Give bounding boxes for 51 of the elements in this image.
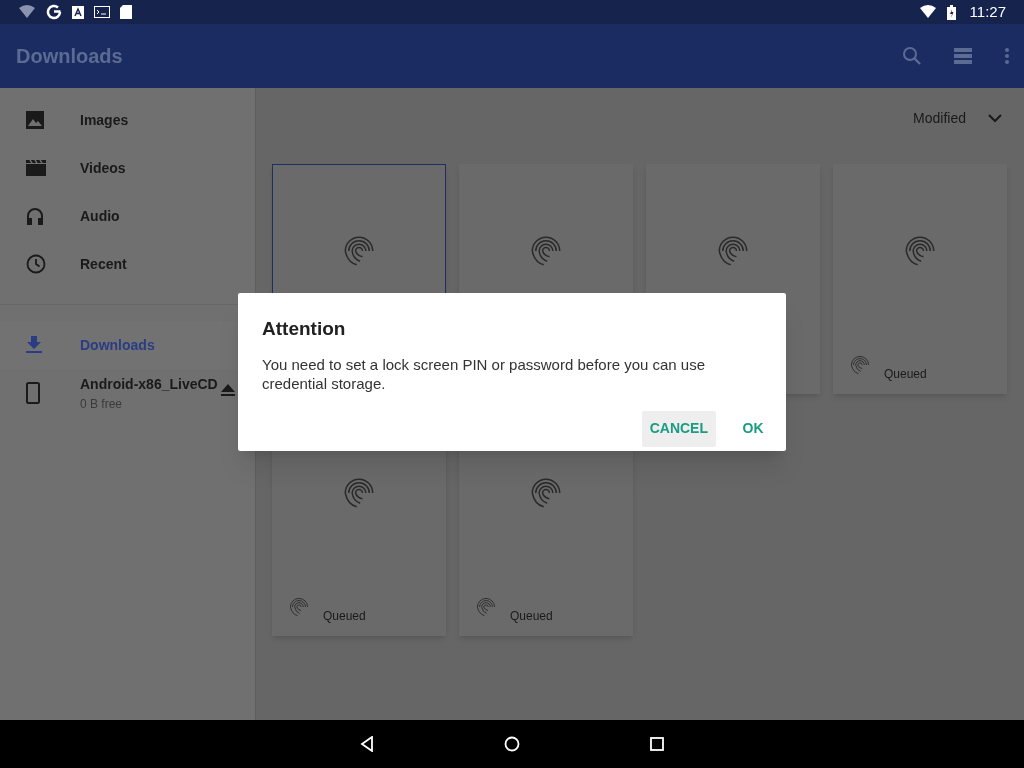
item-label: Videos	[80, 158, 126, 178]
clock-icon	[26, 254, 46, 274]
file-card[interactable]: Queued	[833, 164, 1007, 394]
sidebar-item[interactable]: Videos	[0, 144, 255, 192]
dialog-button[interactable]: CANCEL	[641, 410, 716, 447]
fingerprint-icon	[904, 235, 936, 267]
fingerprint-icon	[343, 477, 375, 509]
film-icon	[26, 160, 46, 176]
recents-icon[interactable]	[650, 737, 664, 751]
dialog-title: Attention	[262, 317, 347, 341]
fingerprint-icon	[530, 477, 562, 509]
chevron-down-icon	[988, 113, 1002, 123]
sidebar-item[interactable]: Recent	[0, 240, 255, 288]
fingerprint-icon	[850, 355, 870, 375]
fingerprint-icon	[476, 597, 496, 617]
headphones-icon	[26, 207, 44, 225]
dialog-message: You need to set a lock screen PIN or password before you can use credential storage.	[262, 354, 707, 393]
battery-icon	[946, 4, 956, 20]
file-status: Queued	[884, 366, 927, 383]
file-status: Queued	[323, 608, 366, 625]
wifi-icon	[918, 5, 937, 19]
google-icon	[46, 4, 62, 20]
phone-icon	[26, 382, 40, 404]
wifi-icon	[18, 5, 36, 19]
list-view-icon[interactable]	[954, 48, 972, 64]
home-icon[interactable]	[504, 736, 520, 752]
sd-card-icon	[120, 5, 132, 19]
app-title: Downloads	[16, 44, 124, 69]
clock: 11:27	[969, 1, 1006, 22]
dialog-button[interactable]: OK	[728, 410, 778, 447]
file-status: Queued	[510, 608, 553, 625]
terminal-icon	[94, 6, 110, 18]
search-icon[interactable]	[902, 46, 922, 66]
download-icon	[26, 336, 42, 354]
item-label: Audio	[80, 206, 120, 226]
item-label: Downloads	[80, 335, 155, 355]
more-icon[interactable]	[1004, 47, 1010, 65]
eject-icon[interactable]	[221, 384, 235, 396]
image-icon	[26, 111, 44, 129]
sidebar-item[interactable]: Images	[0, 96, 255, 144]
fingerprint-icon	[717, 235, 749, 267]
item-label: Images	[80, 110, 129, 130]
item-label: Android-x86_LiveCD	[80, 374, 218, 394]
sort-dropdown[interactable]: Modified	[913, 107, 1002, 129]
back-icon[interactable]	[360, 736, 374, 752]
item-label: Recent	[80, 254, 127, 274]
fingerprint-icon	[530, 235, 562, 267]
fingerprint-icon	[343, 235, 375, 267]
sidebar-item[interactable]: Audio	[0, 192, 255, 240]
font-icon	[72, 5, 84, 19]
fingerprint-icon	[289, 597, 309, 617]
